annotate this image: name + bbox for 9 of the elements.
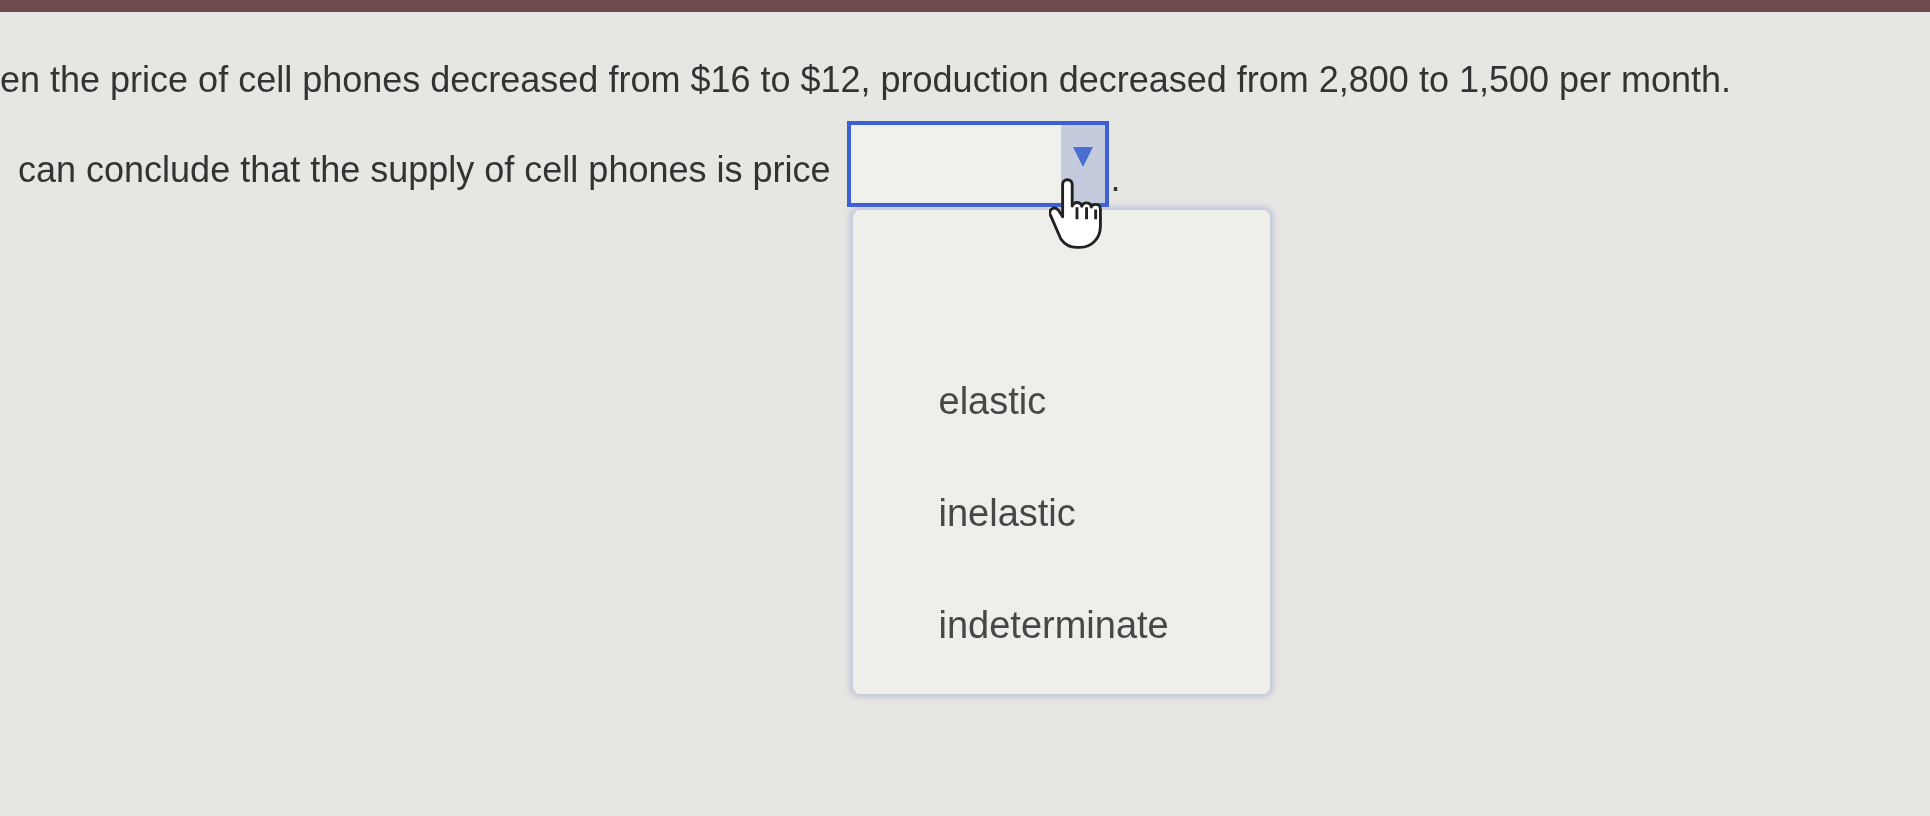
caret-icon	[1060, 125, 1105, 203]
question-text: en the price of cell phones decreased from $16 to $12, production decreased from 2,800 to 1,500 per month.	[0, 60, 1732, 100]
period-text: .	[1110, 159, 1121, 199]
prompt-text: can conclude that the supply of cell phones is price	[18, 150, 831, 190]
dropdown-option[interactable]: elastic	[938, 379, 1047, 423]
hand-cursor-icon	[1048, 178, 1104, 252]
dropdown-field[interactable]	[846, 121, 1109, 207]
dropdown-option[interactable]: inelastic	[938, 491, 1076, 535]
dropdown-option[interactable]: indeterminate	[938, 603, 1169, 647]
